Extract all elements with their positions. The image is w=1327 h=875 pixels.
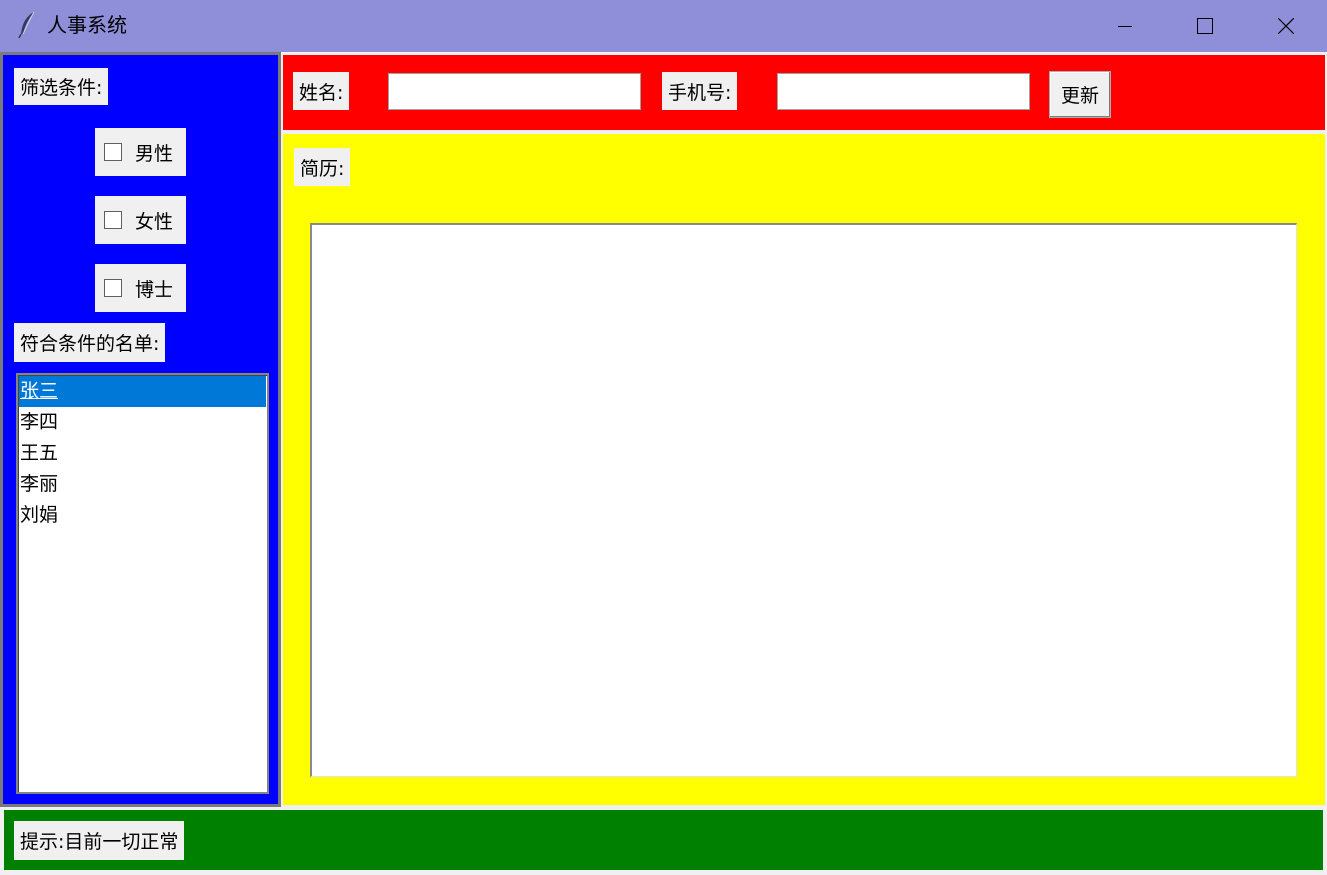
name-listbox[interactable]: 张三 李四 王五 李丽 刘娟 xyxy=(16,373,269,794)
checkbox-box[interactable] xyxy=(104,279,122,297)
result-list-label: 符合条件的名单: xyxy=(14,323,166,362)
list-item[interactable]: 李丽 xyxy=(19,469,266,500)
close-button[interactable] xyxy=(1246,0,1326,52)
list-item[interactable]: 刘娟 xyxy=(19,500,266,531)
checkbox-female[interactable]: 女性 xyxy=(95,196,186,244)
status-bar: 提示:目前一切正常 xyxy=(2,808,1325,872)
list-item[interactable]: 李四 xyxy=(19,407,266,438)
resume-panel: 简历: xyxy=(283,134,1325,805)
close-icon xyxy=(1278,18,1294,34)
phone-label: 手机号: xyxy=(662,72,738,110)
status-text: 提示:目前一切正常 xyxy=(14,821,185,860)
checkbox-doctor-label: 博士 xyxy=(135,278,174,301)
checkbox-box[interactable] xyxy=(104,211,122,229)
title-bar: 人事系统 xyxy=(0,0,1327,52)
window-title: 人事系统 xyxy=(47,13,127,37)
maximize-button[interactable] xyxy=(1165,0,1245,52)
update-button[interactable]: 更新 xyxy=(1049,71,1111,118)
name-field[interactable] xyxy=(388,73,641,110)
checkbox-male-label: 男性 xyxy=(135,142,174,165)
list-item[interactable]: 张三 xyxy=(19,376,266,407)
info-bar: 姓名: 手机号: 更新 xyxy=(283,55,1325,130)
minimize-button[interactable] xyxy=(1085,0,1165,52)
name-label: 姓名: xyxy=(293,72,350,110)
checkbox-box[interactable] xyxy=(104,143,122,161)
checkbox-female-label: 女性 xyxy=(135,210,174,233)
minimize-icon xyxy=(1118,26,1132,27)
filter-label: 筛选条件: xyxy=(14,68,109,105)
maximize-icon xyxy=(1197,18,1213,34)
list-item[interactable]: 王五 xyxy=(19,438,266,469)
filter-panel: 筛选条件: 男性 女性 博士 符合条件的名单: 张三 李四 王五 李丽 刘娟 xyxy=(0,52,281,807)
resume-textarea[interactable] xyxy=(310,223,1297,777)
checkbox-doctor[interactable]: 博士 xyxy=(95,264,186,312)
resume-label: 简历: xyxy=(294,148,351,186)
phone-field[interactable] xyxy=(777,73,1030,110)
checkbox-male[interactable]: 男性 xyxy=(95,128,186,176)
feather-icon xyxy=(16,10,38,40)
